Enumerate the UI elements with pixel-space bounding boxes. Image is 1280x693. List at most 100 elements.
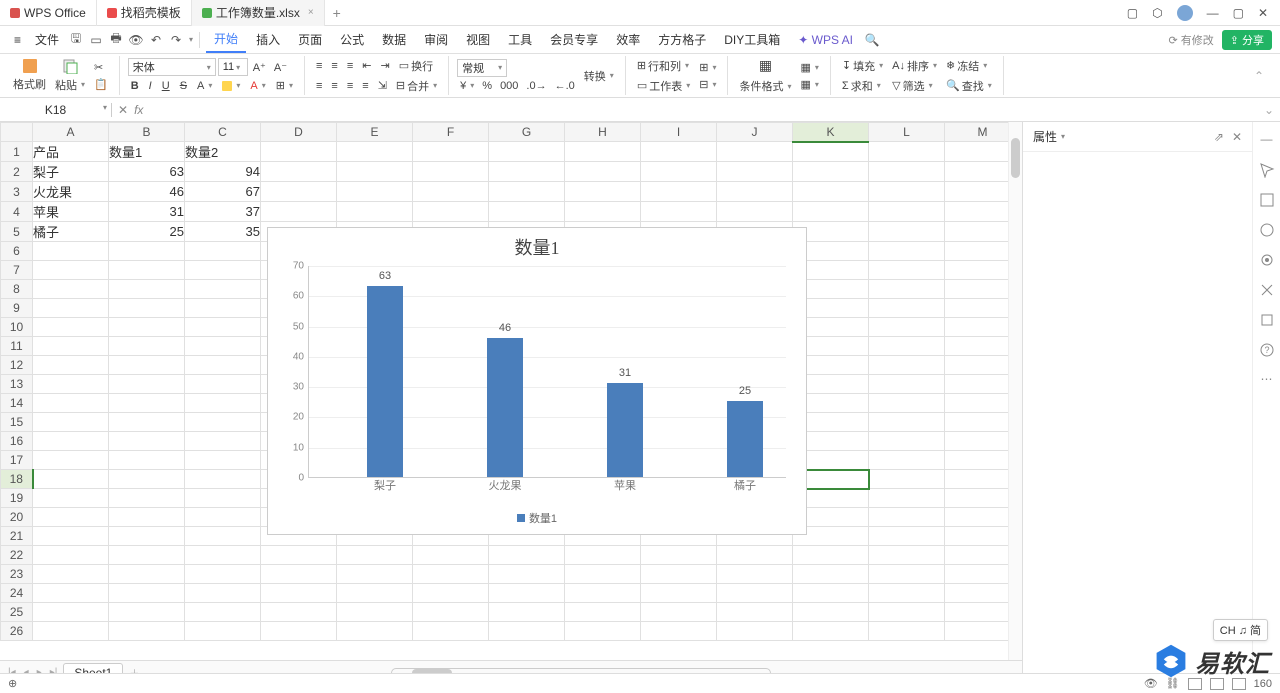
increase-font-button[interactable]: A⁺ — [250, 58, 269, 76]
view-page-button[interactable] — [1210, 678, 1224, 690]
cell-A18[interactable] — [33, 470, 109, 489]
cell-C25[interactable] — [185, 603, 261, 622]
cell-J23[interactable] — [717, 565, 793, 584]
tab-member[interactable]: 会员专享 — [542, 27, 606, 52]
cell-A19[interactable] — [33, 489, 109, 508]
cell-B3[interactable]: 46 — [109, 182, 185, 202]
zoom-value[interactable]: 160 — [1254, 678, 1272, 690]
cell-C24[interactable] — [185, 584, 261, 603]
format-painter-icon[interactable] — [23, 59, 37, 73]
cell-A21[interactable] — [33, 527, 109, 546]
cut-button[interactable]: ✂ — [91, 60, 111, 75]
cell-C16[interactable] — [185, 432, 261, 451]
row-header-14[interactable]: 14 — [1, 394, 33, 413]
save-icon[interactable]: 🖫 — [67, 31, 85, 49]
cell-L4[interactable] — [869, 202, 945, 222]
cell-I22[interactable] — [641, 546, 717, 565]
sheet-button[interactable]: ▭ 工作表▾ — [634, 77, 693, 95]
cell-G3[interactable] — [489, 182, 565, 202]
cell-B14[interactable] — [109, 394, 185, 413]
cell-B6[interactable] — [109, 242, 185, 261]
cond-format-icon[interactable]: ▦ — [756, 56, 775, 75]
underline-button[interactable]: U — [159, 78, 173, 93]
fx-cancel-icon[interactable]: ✕ — [118, 103, 128, 117]
row-header-24[interactable]: 24 — [1, 584, 33, 603]
col-header-L[interactable]: L — [869, 123, 945, 142]
cell-L19[interactable] — [869, 489, 945, 508]
cell-D23[interactable] — [261, 565, 337, 584]
row-header-8[interactable]: 8 — [1, 280, 33, 299]
cell-C6[interactable] — [185, 242, 261, 261]
redo-icon[interactable]: ↷ — [167, 31, 185, 49]
tab-review[interactable]: 审阅 — [416, 27, 456, 52]
orient-button[interactable]: ⇲ — [375, 77, 390, 95]
tab-formula[interactable]: 公式 — [332, 27, 372, 52]
tab-diy[interactable]: DIY工具箱 — [716, 27, 788, 52]
cell-A17[interactable] — [33, 451, 109, 470]
cell-L2[interactable] — [869, 162, 945, 182]
window-layout-icon[interactable]: ▢ — [1127, 6, 1138, 20]
cell-C13[interactable] — [185, 375, 261, 394]
tab-template[interactable]: 找稻壳模板 — [97, 0, 192, 26]
dec-dec-button[interactable]: ←.0 — [552, 79, 578, 93]
cell-D25[interactable] — [261, 603, 337, 622]
cell-B18[interactable] — [109, 470, 185, 489]
cell-K26[interactable] — [793, 622, 869, 641]
cell-B21[interactable] — [109, 527, 185, 546]
tab-tools[interactable]: 工具 — [500, 27, 540, 52]
cell-B23[interactable] — [109, 565, 185, 584]
cell-C7[interactable] — [185, 261, 261, 280]
cell-F2[interactable] — [413, 162, 489, 182]
cell-E1[interactable] — [337, 142, 413, 162]
cell-G1[interactable] — [489, 142, 565, 162]
cell-B4[interactable]: 31 — [109, 202, 185, 222]
cell-A24[interactable] — [33, 584, 109, 603]
cell-D3[interactable] — [261, 182, 337, 202]
col-header-H[interactable]: H — [565, 123, 641, 142]
find-button[interactable]: 🔍 查找▾ — [943, 77, 995, 95]
border-button[interactable]: ⊞▾ — [273, 78, 296, 93]
freeze-button[interactable]: ❄ 冻结▾ — [943, 57, 995, 75]
cell-K24[interactable] — [793, 584, 869, 603]
cell-C26[interactable] — [185, 622, 261, 641]
filter-button[interactable]: ▽ 筛选▾ — [889, 77, 940, 95]
cell-L15[interactable] — [869, 413, 945, 432]
print-icon[interactable]: 🖶 — [107, 31, 125, 49]
new-icon[interactable]: ▭ — [87, 31, 105, 49]
bar-2[interactable]: 31 — [607, 383, 643, 477]
tab-workbook[interactable]: 工作簿数量.xlsx× — [192, 0, 325, 26]
hex-icon[interactable]: ⬡ — [1152, 6, 1162, 20]
collapse-ribbon-icon[interactable]: ⌃ — [1254, 69, 1270, 83]
cell-L14[interactable] — [869, 394, 945, 413]
cell-L6[interactable] — [869, 242, 945, 261]
dots-icon[interactable]: ⋯ — [1259, 372, 1275, 388]
cell-C21[interactable] — [185, 527, 261, 546]
percent-button[interactable]: % — [479, 79, 495, 93]
file-menu[interactable]: 文件 — [29, 29, 65, 50]
row-header-18[interactable]: 18 — [1, 470, 33, 489]
bold-button[interactable]: B — [128, 78, 142, 93]
cell-J24[interactable] — [717, 584, 793, 603]
merge-button[interactable]: ⊟ 合并▾ — [393, 77, 440, 95]
cell-H26[interactable] — [565, 622, 641, 641]
col-header-J[interactable]: J — [717, 123, 793, 142]
cell-C8[interactable] — [185, 280, 261, 299]
cell-L13[interactable] — [869, 375, 945, 394]
cell-A15[interactable] — [33, 413, 109, 432]
cell-K4[interactable] — [793, 202, 869, 222]
cell-H1[interactable] — [565, 142, 641, 162]
close-icon[interactable]: × — [308, 7, 314, 18]
bar-0[interactable]: 63 — [367, 286, 403, 477]
cell-C10[interactable] — [185, 318, 261, 337]
cell-D22[interactable] — [261, 546, 337, 565]
search-icon[interactable]: 🔍 — [863, 31, 881, 49]
cell-C5[interactable]: 35 — [185, 222, 261, 242]
cell-B8[interactable] — [109, 280, 185, 299]
view-break-button[interactable] — [1232, 678, 1246, 690]
rowcol-button[interactable]: ⊞ 行和列▾ — [634, 57, 693, 75]
expand-fx-icon[interactable]: ⌄ — [1258, 103, 1280, 117]
strike-button[interactable]: S — [177, 78, 190, 93]
col-header-I[interactable]: I — [641, 123, 717, 142]
cell-A26[interactable] — [33, 622, 109, 641]
comma-button[interactable]: 000 — [497, 79, 521, 93]
